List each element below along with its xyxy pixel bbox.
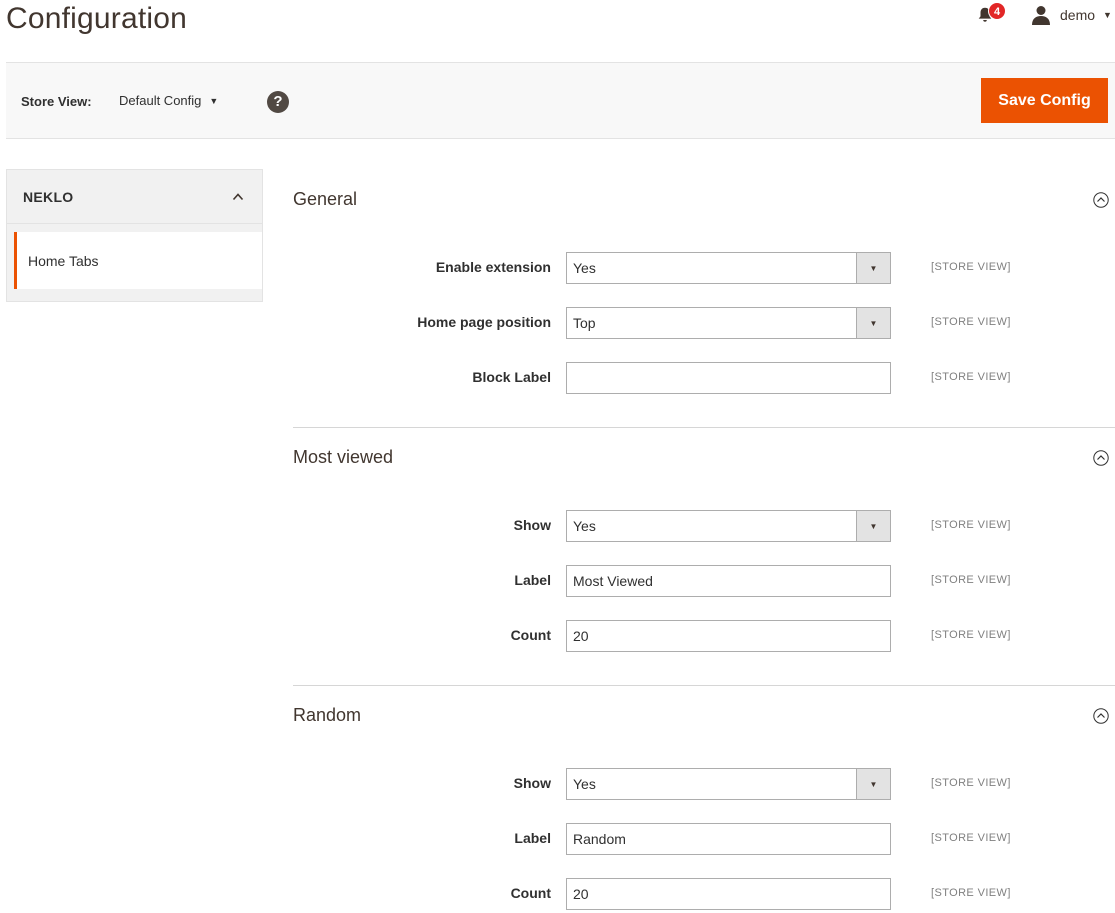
scope-label: [STORE VIEW] [931, 832, 1011, 844]
page-actions-toolbar: Store View: Default Config ▼ ? Save Conf… [6, 62, 1115, 139]
field-row-home-page-position: Home page position Top ▼ [STORE VIEW] [293, 307, 1115, 362]
scope-label: [STORE VIEW] [931, 574, 1011, 586]
field-label: Block Label [472, 369, 551, 385]
section-header-general[interactable]: General [293, 170, 1115, 229]
input-value: Most Viewed [573, 573, 653, 589]
field-label: Home page position [417, 314, 551, 330]
section-random: Random Show Yes ▼ [STORE VIEW] Label Ran… [293, 686, 1115, 913]
field-label: Enable extension [435, 259, 551, 275]
field-label: Show [513, 517, 551, 533]
select-value: Yes [573, 776, 596, 792]
field-row-enable-extension: Enable extension Yes ▼ [STORE VIEW] [293, 252, 1115, 307]
section-title: Most viewed [293, 447, 394, 467]
notifications-button[interactable]: 4 [976, 2, 1006, 26]
most-viewed-count-input[interactable]: 20 [566, 620, 891, 652]
scope-label: [STORE VIEW] [931, 316, 1011, 328]
section-header-random[interactable]: Random [293, 686, 1115, 745]
user-menu[interactable]: demo ▼ [1030, 3, 1112, 27]
scope-label: [STORE VIEW] [931, 629, 1011, 641]
field-row-label: Label Random [STORE VIEW] [293, 823, 1115, 878]
section-title: Random [293, 705, 362, 725]
caret-down-icon: ▼ [1103, 10, 1112, 20]
select-value: Yes [573, 260, 596, 276]
scope-label: [STORE VIEW] [931, 371, 1011, 383]
select-arrow-icon: ▼ [856, 769, 890, 799]
select-value: Top [573, 315, 596, 331]
user-icon [1032, 6, 1050, 25]
random-show-select[interactable]: Yes ▼ [566, 768, 891, 800]
scope-label: [STORE VIEW] [931, 519, 1011, 531]
caret-down-icon: ▼ [209, 95, 219, 106]
collapse-circle-icon [1093, 192, 1109, 208]
chevron-up-icon [232, 192, 244, 200]
input-value: Random [573, 831, 626, 847]
input-value: 20 [573, 628, 589, 644]
store-view-switcher[interactable]: Default Config ▼ [119, 93, 218, 108]
select-value: Yes [573, 518, 596, 534]
section-header-most-viewed[interactable]: Most viewed [293, 428, 1115, 487]
field-row-show: Show Yes ▼ [STORE VIEW] [293, 768, 1115, 823]
question-circle-icon[interactable]: ? [267, 91, 289, 113]
config-main: General Enable extension Yes ▼ [STORE VI… [293, 170, 1115, 913]
section-general: General Enable extension Yes ▼ [STORE VI… [293, 170, 1115, 428]
store-view-label: Store View: [21, 94, 92, 109]
field-label: Label [514, 572, 551, 588]
section-title: General [293, 189, 358, 209]
field-row-show: Show Yes ▼ [STORE VIEW] [293, 510, 1115, 565]
sidebar-group-title: NEKLO [23, 188, 74, 205]
most-viewed-label-input[interactable]: Most Viewed [566, 565, 891, 597]
field-label: Count [510, 885, 551, 901]
field-row-count: Count 20 [STORE VIEW] [293, 620, 1115, 675]
collapse-circle-icon [1093, 450, 1109, 466]
notifications-count-badge: 4 [988, 2, 1006, 20]
config-sidebar: NEKLO Home Tabs [6, 169, 263, 302]
home-page-position-select[interactable]: Top ▼ [566, 307, 891, 339]
sidebar-item-home-tabs[interactable]: Home Tabs [14, 232, 262, 289]
enable-extension-select[interactable]: Yes ▼ [566, 252, 891, 284]
save-config-button[interactable]: Save Config [981, 78, 1108, 123]
store-view-value: Default Config [119, 93, 202, 108]
field-label: Show [513, 775, 551, 791]
page-title: Configuration [6, 2, 188, 35]
sidebar-group-neklo[interactable]: NEKLO [7, 170, 262, 224]
select-arrow-icon: ▼ [856, 308, 890, 338]
select-arrow-icon: ▼ [856, 253, 890, 283]
scope-label: [STORE VIEW] [931, 777, 1011, 789]
field-label: Label [514, 830, 551, 846]
field-row-block-label: Block Label [STORE VIEW] [293, 362, 1115, 417]
random-count-input[interactable]: 20 [566, 878, 891, 910]
select-arrow-icon: ▼ [856, 511, 890, 541]
section-most-viewed: Most viewed Show Yes ▼ [STORE VIEW] Labe… [293, 428, 1115, 686]
field-row-count: Count 20 [STORE VIEW] [293, 878, 1115, 913]
random-label-input[interactable]: Random [566, 823, 891, 855]
user-name: demo [1060, 7, 1096, 23]
field-row-label: Label Most Viewed [STORE VIEW] [293, 565, 1115, 620]
scope-label: [STORE VIEW] [931, 887, 1011, 899]
input-value: 20 [573, 886, 589, 902]
field-label: Count [510, 627, 551, 643]
block-label-input[interactable] [566, 362, 891, 394]
scope-label: [STORE VIEW] [931, 261, 1011, 273]
most-viewed-show-select[interactable]: Yes ▼ [566, 510, 891, 542]
collapse-circle-icon [1093, 708, 1109, 724]
